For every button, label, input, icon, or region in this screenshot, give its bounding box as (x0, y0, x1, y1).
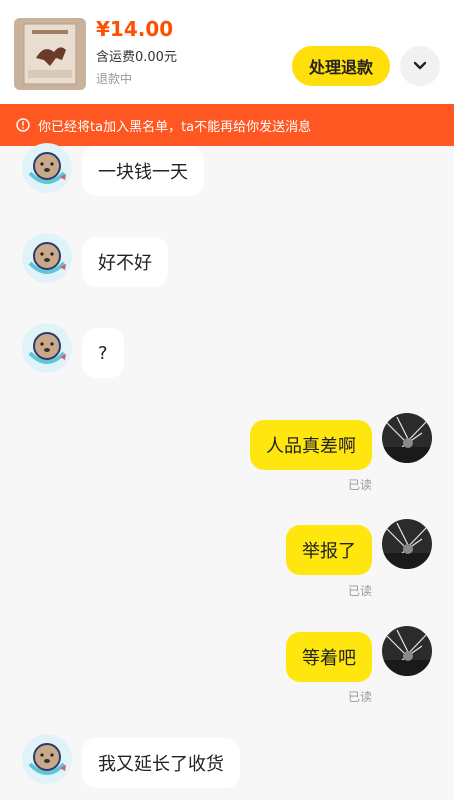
read-status: 已读 (348, 478, 373, 492)
message-bubble[interactable]: 好不好 (82, 237, 168, 287)
read-status: 已读 (348, 690, 373, 704)
chevron-down-icon (413, 61, 427, 70)
handle-refund-button[interactable]: 处理退款 (292, 46, 390, 86)
message-bubble[interactable]: 一块钱一天 (82, 146, 204, 196)
contact-avatar[interactable] (22, 734, 72, 784)
order-price: ¥14.00 (96, 17, 174, 41)
message-bubble[interactable]: 等着吧 (286, 632, 372, 682)
user-avatar[interactable] (382, 626, 432, 676)
contact-avatar[interactable] (22, 323, 72, 373)
message-bubble[interactable]: 人品真差啊 (250, 420, 372, 470)
order-header: ¥14.00 含运费0.00元 退款中 处理退款 (0, 0, 454, 104)
shipping-fee: 含运费0.00元 (96, 50, 177, 65)
warning-icon (16, 118, 30, 132)
banner-text: 你已经将ta加入黑名单，ta不能再给你发送消息 (38, 119, 312, 135)
blacklist-banner: 你已经将ta加入黑名单，ta不能再给你发送消息 (0, 104, 454, 146)
contact-avatar[interactable] (22, 233, 72, 283)
user-avatar[interactable] (382, 413, 432, 463)
expand-button[interactable] (400, 46, 440, 86)
contact-avatar[interactable] (22, 143, 72, 193)
message-bubble[interactable]: 我又延长了收货 (82, 738, 240, 788)
message-bubble[interactable]: ? (82, 328, 124, 378)
product-thumbnail[interactable] (14, 18, 86, 90)
message-bubble[interactable]: 举报了 (286, 525, 372, 575)
user-avatar[interactable] (382, 519, 432, 569)
read-status: 已读 (348, 584, 373, 598)
refund-status: 退款中 (96, 72, 133, 86)
